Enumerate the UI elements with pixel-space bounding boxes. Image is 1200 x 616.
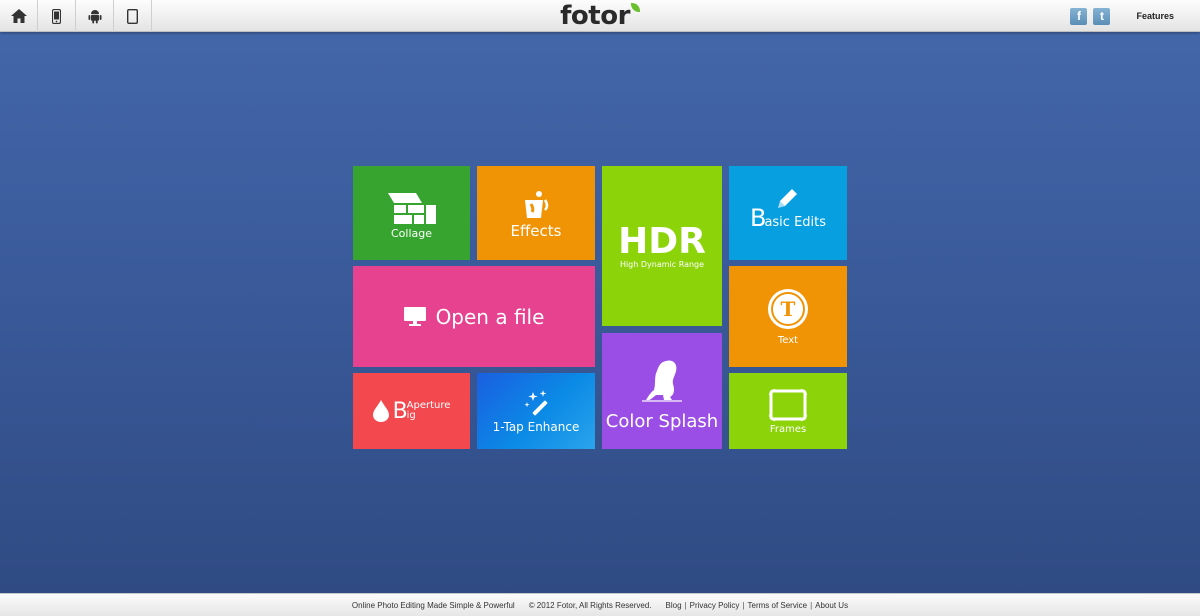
big-aperture-tile[interactable]: B Aperture ig xyxy=(353,373,470,449)
effects-label: Effects xyxy=(510,222,562,240)
twitter-button[interactable]: t xyxy=(1093,7,1111,25)
open-file-label: Open a file xyxy=(435,304,545,329)
basic-edits-label: asic Edits xyxy=(764,215,827,230)
leaf-icon xyxy=(630,3,640,12)
basic-edits-tile[interactable]: B asic Edits xyxy=(729,166,847,260)
facebook-icon: f xyxy=(1076,9,1081,23)
color-splash-icon xyxy=(642,359,682,402)
collage-label: Collage xyxy=(390,226,432,240)
drop-icon xyxy=(372,400,389,422)
collage-icon xyxy=(387,192,436,224)
paint-bucket-icon xyxy=(525,191,549,218)
footer-link-privacy-policy[interactable]: Privacy Policy xyxy=(690,601,740,610)
one-tap-enhance-label: 1-Tap Enhance xyxy=(492,420,580,434)
facebook-button[interactable]: f xyxy=(1070,7,1088,25)
one-tap-enhance-tile[interactable]: 1-Tap Enhance xyxy=(477,373,595,449)
footer-tagline: Online Photo Editing Made Simple & Power… xyxy=(351,600,515,610)
magic-wand-icon xyxy=(524,390,548,416)
big-aperture-bottom-label: ig xyxy=(406,410,416,421)
footer-separator: | xyxy=(742,600,745,610)
features-link[interactable]: Features xyxy=(1136,11,1174,21)
pencil-icon xyxy=(778,189,797,208)
text-tile[interactable]: T Text xyxy=(729,266,847,367)
twitter-icon: t xyxy=(1099,9,1104,23)
footer-separator: | xyxy=(810,600,813,610)
text-icon-letter: T xyxy=(780,297,796,321)
top-bar: fotor f t Features xyxy=(0,0,1200,32)
footer-link-blog[interactable]: Blog xyxy=(666,601,682,610)
hdr-title: HDR xyxy=(618,220,706,262)
color-splash-tile[interactable]: Color Splash xyxy=(602,333,722,449)
open-file-tile[interactable]: Open a file xyxy=(353,266,595,367)
logo-text-suffix: r xyxy=(617,1,631,31)
fotor-logo: fotor xyxy=(0,0,1200,32)
color-splash-label: Color Splash xyxy=(605,410,719,432)
footer-link-terms-of-service[interactable]: Terms of Service xyxy=(748,601,808,610)
hdr-tile[interactable]: HDR High Dynamic Range xyxy=(602,166,722,326)
effects-tile[interactable]: Effects xyxy=(477,166,595,260)
footer-copyright: © 2012 Fotor, All Rights Reserved. xyxy=(528,600,652,610)
big-aperture-big-letter: B xyxy=(392,398,408,424)
text-label: Text xyxy=(777,335,799,346)
footer-link-about-us[interactable]: About Us xyxy=(815,601,848,610)
frame-icon xyxy=(769,389,807,421)
frames-tile[interactable]: Frames xyxy=(729,373,847,449)
collage-tile[interactable]: Collage xyxy=(353,166,470,260)
logo-text: foto xyxy=(560,1,618,31)
footer: Online Photo Editing Made Simple & Power… xyxy=(0,593,1200,616)
text-circle-icon: T xyxy=(768,289,808,329)
hdr-subtitle: High Dynamic Range xyxy=(619,259,705,269)
header-right-tools: f t Features xyxy=(1070,0,1200,32)
monitor-icon xyxy=(403,306,426,326)
frames-label: Frames xyxy=(769,424,807,435)
footer-separator: | xyxy=(684,600,687,610)
